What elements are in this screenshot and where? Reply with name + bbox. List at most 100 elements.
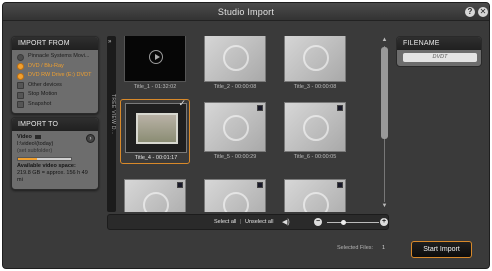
checkmark-icon[interactable]: ✓ xyxy=(178,98,186,109)
tile-label: Title_4 - 00:01:17 xyxy=(134,155,178,161)
disc-placeholder-icon xyxy=(303,115,329,141)
title-tile[interactable]: Title_3 - 00:00:08 xyxy=(280,36,350,94)
expand-arrow-icon: » xyxy=(108,39,112,45)
disc-placeholder-icon xyxy=(223,192,249,212)
disc-placeholder-icon xyxy=(143,192,169,212)
import-from-header: IMPORT FROM xyxy=(12,37,98,50)
disc-icon xyxy=(17,63,24,70)
thumbnail xyxy=(204,36,266,82)
title-bar: Studio Import ? ✕ xyxy=(3,3,489,21)
source-label: DVD / Blu-Ray xyxy=(28,62,64,69)
source-list: Pinnacle Systems Movi... DVD / Blu-Ray D… xyxy=(12,50,98,109)
camera-icon xyxy=(17,91,24,99)
source-other-devices[interactable]: Other devices xyxy=(12,81,98,91)
video-row: Video xyxy=(17,134,93,141)
title-tile-selected[interactable]: ✓ Title_4 - 00:01:17 xyxy=(120,98,190,164)
source-stop-motion[interactable]: Stop Motion xyxy=(12,90,98,100)
scroll-thumb[interactable] xyxy=(381,47,388,139)
scroll-up-icon[interactable]: ▲ xyxy=(381,37,388,43)
thumbnail xyxy=(125,103,187,153)
import-from-panel: IMPORT FROM Pinnacle Systems Movi... DVD… xyxy=(11,36,99,114)
import-to-panel: IMPORT TO Video › I:\video\(today) (set … xyxy=(11,117,99,190)
title-tile[interactable] xyxy=(280,176,350,212)
disc-placeholder-icon xyxy=(223,115,249,141)
studio-import-window: Studio Import ? ✕ IMPORT FROM Pinnacle S… xyxy=(2,2,490,269)
zoom-out-button[interactable]: − xyxy=(314,218,322,226)
help-button[interactable]: ? xyxy=(465,7,475,17)
import-to-header: IMPORT TO xyxy=(12,118,98,131)
thumbnail xyxy=(284,36,346,82)
subfolder-link[interactable]: (set subfolder) xyxy=(17,148,93,155)
title-tile[interactable]: Title_6 - 00:00:05 xyxy=(280,99,350,164)
source-pinnacle[interactable]: Pinnacle Systems Movi... xyxy=(12,52,98,62)
device-icon xyxy=(17,82,24,89)
close-button[interactable]: ✕ xyxy=(478,7,488,17)
device-icon xyxy=(17,53,24,61)
source-label: Other devices xyxy=(28,81,62,88)
video-frame-image xyxy=(136,113,178,144)
source-snapshot[interactable]: Snapshot xyxy=(12,100,98,110)
tile-label: Title_6 - 00:00:05 xyxy=(293,154,337,160)
source-label: Pinnacle Systems Movi... xyxy=(28,53,90,59)
checkbox-icon[interactable] xyxy=(257,182,263,188)
space-usage-fill xyxy=(18,158,37,160)
unselect-all-link[interactable]: Unselect all xyxy=(245,219,273,225)
tile-label: Title_5 - 00:00:29 xyxy=(213,154,257,160)
separator: | xyxy=(240,219,242,225)
tree-view-toggle[interactable]: » TREE VIEW D... xyxy=(107,36,116,212)
tree-view-label: TREE VIEW D... xyxy=(110,94,116,135)
disc-placeholder-icon xyxy=(303,192,329,212)
checkbox-icon[interactable] xyxy=(337,182,343,188)
folder-icon[interactable] xyxy=(35,134,42,139)
zoom-slider-track[interactable] xyxy=(327,222,379,223)
source-dvd-bluray[interactable]: DVD / Blu-Ray xyxy=(12,62,98,72)
thumbnail-grid: Title_1 - 01:32:02 Title_2 - 00:00:08 Ti… xyxy=(116,36,378,212)
available-space-value: 219.8 GB = approx. 156 h 49 mi xyxy=(17,170,88,183)
selected-files-label: Selected Files: xyxy=(337,245,374,251)
filename-header: FILENAME xyxy=(397,37,481,50)
window-title: Studio Import xyxy=(217,7,275,17)
volume-icon[interactable]: ◀) xyxy=(282,218,290,226)
grid-scrollbar[interactable]: ▲ ▼ xyxy=(381,37,388,212)
zoom-slider-knob[interactable] xyxy=(340,220,346,225)
open-folder-button[interactable]: › xyxy=(86,134,95,143)
video-label: Video xyxy=(17,134,32,140)
thumbnail xyxy=(204,179,266,212)
available-space-label: Available video space: xyxy=(17,163,76,169)
source-dvd-rw-drive[interactable]: DVD RW Drive (E:) DVDT xyxy=(12,71,98,81)
source-label: Stop Motion xyxy=(28,91,58,97)
import-to-body: Video › I:\video\(today) (set subfolder)… xyxy=(12,131,98,187)
disc-placeholder-icon xyxy=(223,45,249,71)
space-usage-bar xyxy=(17,157,72,161)
thumbnail xyxy=(284,179,346,212)
tile-label: Title_3 - 00:00:08 xyxy=(293,84,337,90)
title-tile[interactable]: Title_1 - 01:32:02 xyxy=(120,36,190,94)
filename-input[interactable]: DVDT xyxy=(403,53,477,62)
play-icon xyxy=(149,50,163,64)
checkbox-icon[interactable] xyxy=(177,182,183,188)
selected-files-count: 1 xyxy=(382,245,386,251)
title-tile[interactable]: Title_2 - 00:00:08 xyxy=(200,36,270,94)
thumbnail xyxy=(204,102,266,152)
title-tile[interactable] xyxy=(200,176,270,212)
filename-panel: FILENAME DVDT xyxy=(396,36,482,67)
title-tile[interactable] xyxy=(120,176,190,212)
grid-toolbar: Select all | Unselect all ◀) − + xyxy=(107,214,389,230)
snapshot-icon xyxy=(17,101,24,108)
disc-drive-icon xyxy=(17,72,24,80)
video-path: I:\video\(today) xyxy=(17,141,54,147)
thumbnail xyxy=(124,36,186,82)
start-import-button[interactable]: Start Import xyxy=(411,241,472,258)
source-label: Snapshot xyxy=(28,100,52,107)
checkbox-icon[interactable] xyxy=(337,105,343,111)
zoom-in-button[interactable]: + xyxy=(380,218,388,226)
source-label: DVD RW Drive (E:) DVDT xyxy=(28,72,92,78)
select-all-link[interactable]: Select all xyxy=(214,219,236,225)
thumbnail xyxy=(284,102,346,152)
checkbox-icon[interactable] xyxy=(257,105,263,111)
scroll-down-icon[interactable]: ▼ xyxy=(381,203,388,209)
title-tile[interactable]: Title_5 - 00:00:29 xyxy=(200,99,270,164)
thumbnail xyxy=(124,179,186,212)
tile-label: Title_2 - 00:00:08 xyxy=(213,84,257,90)
disc-placeholder-icon xyxy=(303,45,329,71)
